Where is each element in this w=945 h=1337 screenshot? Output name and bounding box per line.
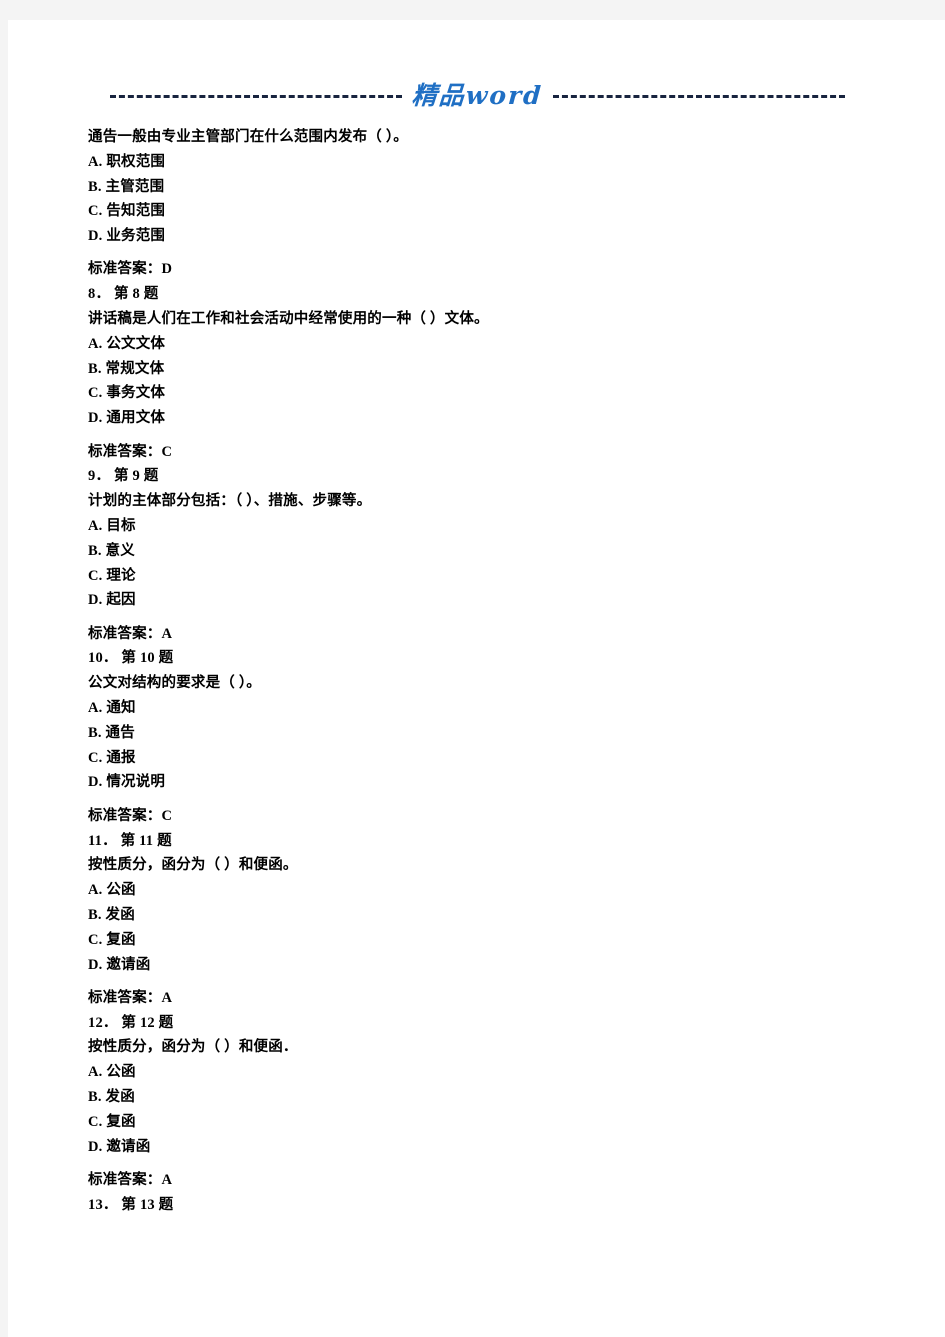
question-number: 10． 第 10 题	[88, 650, 174, 667]
question-option: A. 目标	[88, 517, 136, 534]
standard-answer: 标准答案：A	[88, 625, 173, 642]
question-number: 12． 第 12 题	[88, 1014, 174, 1031]
question-number: 9． 第 9 题	[88, 468, 159, 485]
question-option: B. 意义	[88, 542, 135, 559]
question-number: 13． 第 13 题	[88, 1196, 174, 1213]
question-option: A. 公函	[88, 1064, 136, 1081]
question-block: 8． 第 8 题讲话稿是人们在工作和社会活动中经常使用的一种（ ）文体。 A. 公…	[88, 282, 888, 464]
question-option: D. 起因	[88, 592, 136, 609]
question-stem: 计划的主体部分包括：（ ）、措施、步骤等。	[88, 493, 372, 510]
question-option: B. 常规文体	[88, 360, 165, 377]
question-option: D. 业务范围	[88, 228, 166, 245]
question-stem: 讲话稿是人们在工作和社会活动中经常使用的一种（ ）文体。	[88, 311, 489, 328]
question-option: C. 告知范围	[88, 203, 166, 220]
question-block: 13． 第 13 题	[88, 1193, 888, 1218]
question-option: D. 邀请函	[88, 1138, 151, 1155]
header-dashed-rule-left	[110, 94, 403, 98]
question-option: C. 通报	[88, 749, 136, 766]
standard-answer: 标准答案：A	[88, 989, 173, 1006]
question-option: B. 发函	[88, 1088, 135, 1105]
question-stem: 按性质分，函分为（ ）和便函。	[88, 857, 298, 874]
question-option: B. 通告	[88, 724, 135, 741]
question-stem: 通告一般由专业主管部门在什么范围内发布（ ）。	[88, 129, 408, 145]
question-option: B. 主管范围	[88, 178, 165, 195]
question-stem: 按性质分，函分为（ ）和便函．	[88, 1039, 298, 1056]
question-option: A. 公函	[88, 882, 136, 899]
question-option: C. 复函	[88, 1113, 136, 1130]
question-block: 9． 第 9 题计划的主体部分包括：（ ）、措施、步骤等。 A. 目标 B. 意义 C…	[88, 464, 888, 646]
watermark-label: 精品word	[410, 81, 544, 110]
question-block: 12． 第 12 题按性质分，函分为（ ）和便函． A. 公函 B. 发函 C. 复函…	[88, 1011, 888, 1193]
document-body: 通告一般由专业主管部门在什么范围内发布（ ）。 A. 职权范围 B. 主管范围 C. …	[88, 125, 888, 1217]
question-option: D. 邀请函	[88, 956, 151, 973]
question-number: 8． 第 8 题	[88, 286, 159, 303]
standard-answer: 标准答案：C	[88, 807, 173, 824]
question-block: 11． 第 11 题按性质分，函分为（ ）和便函。 A. 公函 B. 发函 C. 复函…	[88, 829, 888, 1011]
question-option: A. 通知	[88, 700, 136, 717]
question-option: B. 发函	[88, 906, 135, 923]
question-number: 11． 第 11 题	[88, 832, 172, 849]
standard-answer: 标准答案：D	[88, 261, 173, 278]
question-stem: 公文对结构的要求是（ ）。	[88, 675, 261, 692]
standard-answer: 标准答案：C	[88, 443, 173, 460]
question-block: 通告一般由专业主管部门在什么范围内发布（ ）。 A. 职权范围 B. 主管范围 C. …	[88, 125, 888, 282]
question-option: A. 职权范围	[88, 153, 166, 170]
page-header-watermark: 精品word	[8, 68, 945, 120]
standard-answer: 标准答案：A	[88, 1171, 173, 1188]
question-option: D. 情况说明	[88, 774, 166, 791]
question-option: C. 事务文体	[88, 385, 166, 402]
question-option: A. 公文文体	[88, 335, 166, 352]
question-block: 10． 第 10 题公文对结构的要求是（ ）。 A. 通知 B. 通告 C. 通报 D.…	[88, 646, 888, 828]
document-page: 精品word 通告一般由专业主管部门在什么范围内发布（ ）。 A. 职权范围 B. …	[8, 20, 945, 1337]
question-option: D. 通用文体	[88, 410, 166, 427]
question-option: C. 复函	[88, 931, 136, 948]
question-option: C. 理论	[88, 567, 136, 584]
header-dashed-rule-right	[552, 94, 846, 98]
